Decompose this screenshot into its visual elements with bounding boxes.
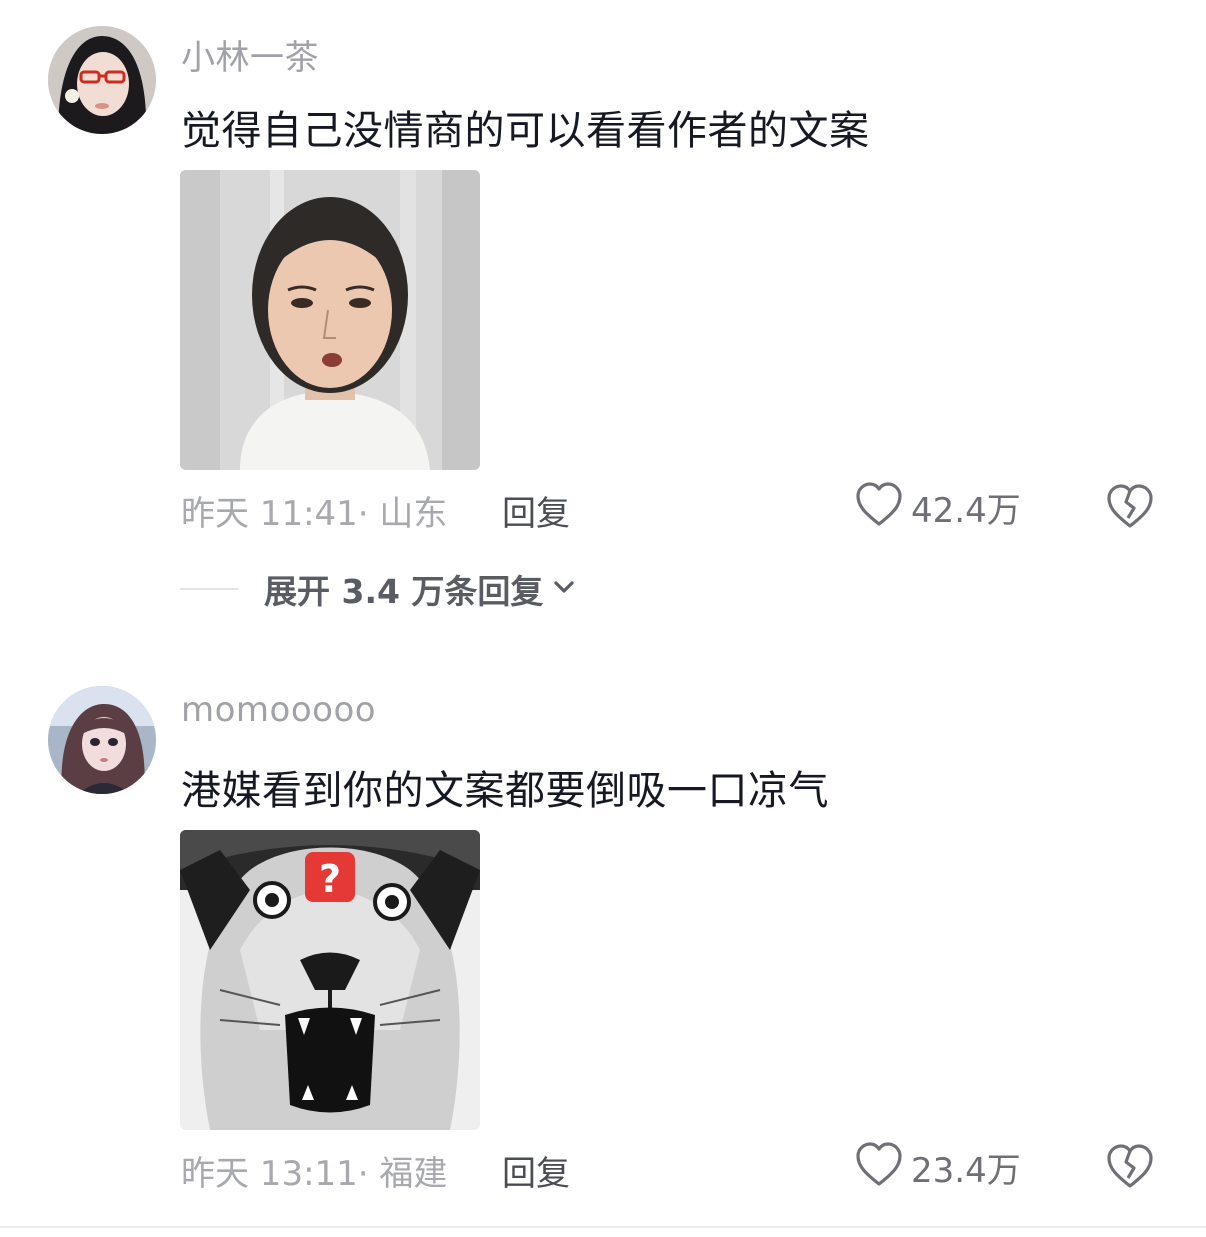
avatar-image (48, 686, 156, 794)
comment-text: 觉得自己没情商的可以看看作者的文案 (181, 108, 870, 154)
divider-line (180, 588, 238, 590)
expand-replies[interactable]: 展开 3.4 万条回复 (180, 565, 575, 613)
divider-line (0, 1226, 1206, 1228)
reaction-sticker: ? (180, 830, 480, 1130)
question-badge-text: ? (319, 857, 341, 901)
broken-heart-icon (1106, 484, 1154, 534)
comment-item: 小林一茶 觉得自己没情商的可以看看作者的文案 昨天 11:41· 山东 回复 4… (0, 0, 1206, 640)
comment-username[interactable]: momooooo (181, 690, 376, 730)
reply-button[interactable]: 回复 (502, 486, 570, 535)
avatar[interactable] (48, 686, 156, 794)
broken-heart-icon (1106, 1144, 1154, 1194)
comment-image[interactable] (180, 170, 480, 470)
expand-replies-label: 展开 3.4 万条回复 (264, 572, 544, 611)
chevron-down-icon (553, 579, 575, 599)
like-button[interactable]: 23.4万 (855, 1142, 1021, 1192)
heart-outline-icon (855, 482, 903, 532)
avatar[interactable] (48, 26, 156, 134)
comment-username[interactable]: 小林一茶 (181, 30, 319, 79)
comment-meta: 昨天 13:11· 福建 (181, 1154, 448, 1194)
like-count: 23.4万 (911, 1150, 1021, 1191)
like-count: 42.4万 (911, 490, 1021, 531)
dislike-button[interactable] (1106, 1144, 1154, 1194)
reply-button[interactable]: 回复 (502, 1146, 570, 1195)
comment-image[interactable]: ? (180, 830, 480, 1130)
comment-item: momooooo 港媒看到你的文案都要倒吸一口凉气 ? 昨天 13:11· 福建… (0, 660, 1206, 1230)
heart-outline-icon (855, 1142, 903, 1192)
reaction-photo (180, 170, 480, 470)
dislike-button[interactable] (1106, 484, 1154, 534)
like-button[interactable]: 42.4万 (855, 482, 1021, 532)
comment-meta: 昨天 11:41· 山东 (181, 494, 448, 534)
comment-text: 港媒看到你的文案都要倒吸一口凉气 (181, 768, 829, 814)
avatar-image (48, 26, 156, 134)
